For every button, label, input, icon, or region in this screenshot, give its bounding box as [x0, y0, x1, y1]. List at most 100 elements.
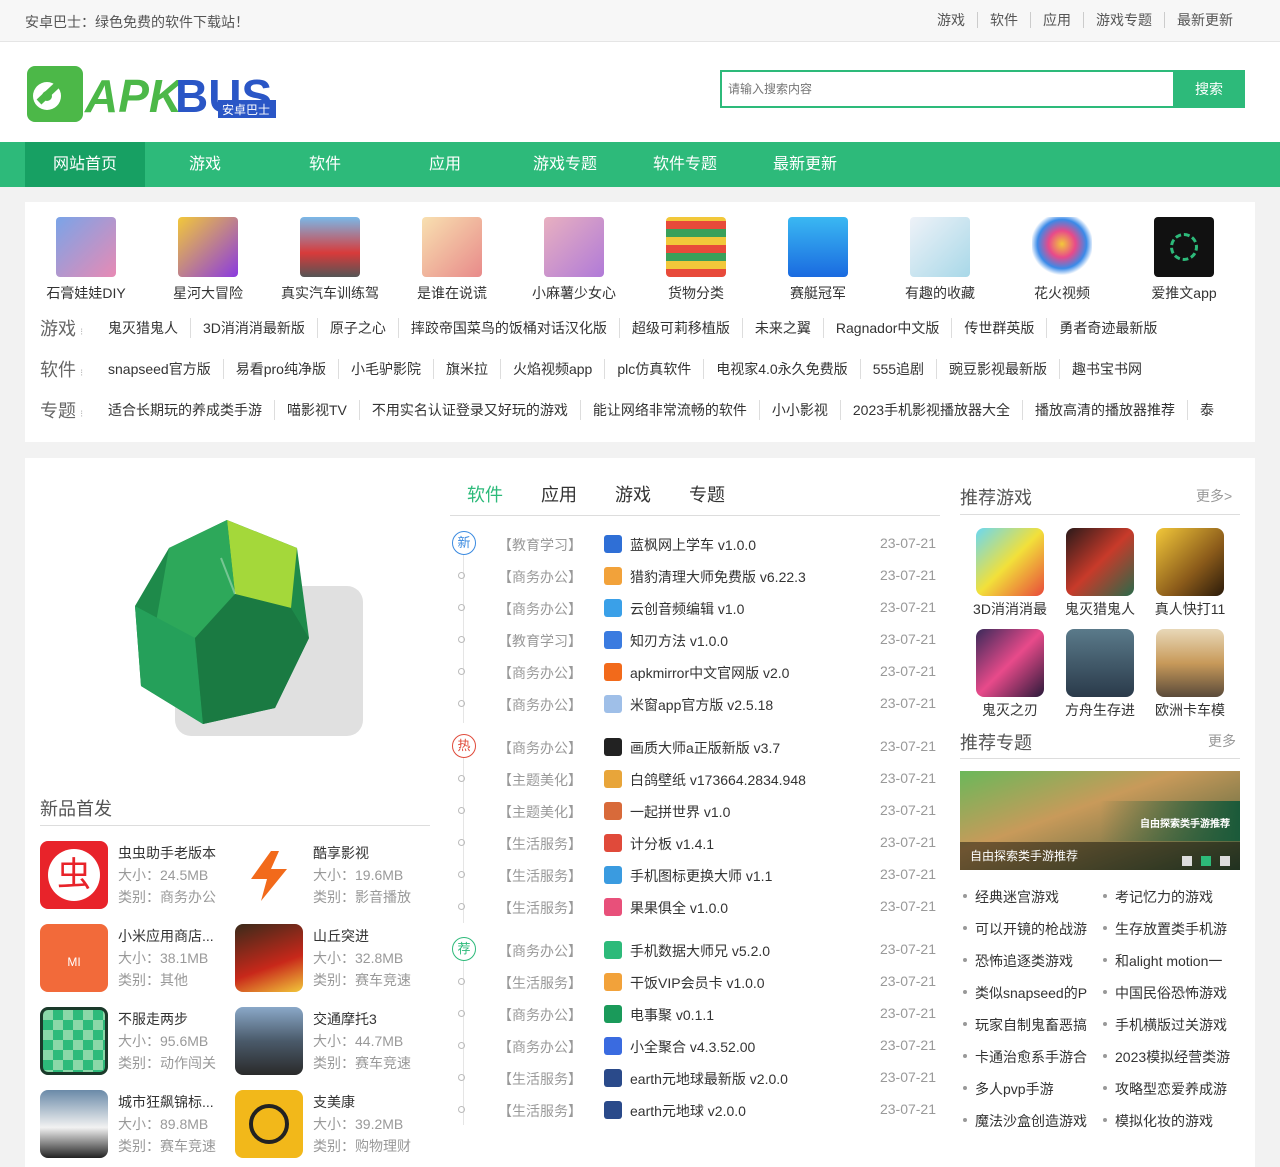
search-input[interactable] — [720, 70, 1173, 108]
tag-link[interactable]: 火焰视频app — [499, 359, 604, 379]
list-row[interactable]: 【商务办公】 云创音频编辑 v1.0 23-07-21 — [450, 592, 940, 624]
topic-link[interactable]: 多人pvp手游 — [963, 1079, 1054, 1099]
topic-link[interactable]: 经典迷宫游戏 — [963, 887, 1059, 907]
hot-item[interactable]: 星河大冒险 — [147, 217, 269, 303]
list-app-name[interactable]: 白鸽壁纸 v173664.2834.948 — [630, 770, 806, 790]
pager-dot[interactable] — [1220, 856, 1230, 866]
new-item[interactable]: MI 小米应用商店... 大小：38.1MB 类别：其他 — [40, 924, 230, 994]
list-row[interactable]: 【商务办公】 apkmirror中文官网版 v2.0 23-07-21 — [450, 656, 940, 688]
pager-dot[interactable] — [1182, 856, 1192, 866]
nav-games[interactable]: 游戏 — [145, 142, 265, 187]
top-link-software[interactable]: 软件 — [977, 12, 1030, 28]
featured-app-image[interactable] — [85, 498, 395, 758]
nav-apps[interactable]: 应用 — [385, 142, 505, 187]
list-row[interactable]: 【主题美化】 一起拼世界 v1.0 23-07-21 — [450, 795, 940, 827]
list-row[interactable]: 【生活服务】 earth元地球最新版 v2.0.0 23-07-21 — [450, 1062, 940, 1094]
tag-link[interactable]: plc仿真软件 — [604, 359, 703, 379]
nav-latest[interactable]: 最新更新 — [745, 142, 865, 187]
topic-link[interactable]: 模拟化妆的游戏 — [1103, 1111, 1213, 1131]
list-app-name[interactable]: 小全聚合 v4.3.52.00 — [630, 1037, 755, 1057]
list-row[interactable]: 【生活服务】 手机图标更换大师 v1.1 23-07-21 — [450, 859, 940, 891]
tag-link[interactable]: 不用实名认证登录又好玩的游戏 — [358, 400, 580, 420]
search-button[interactable]: 搜索 — [1173, 70, 1245, 108]
list-row[interactable]: 【教育学习】 蓝枫网上学车 v1.0.0 23-07-21 — [450, 528, 940, 560]
pager-dot-active[interactable] — [1201, 856, 1211, 866]
new-item[interactable]: 酷享影视 大小：19.6MB 类别：影音播放 — [235, 841, 425, 911]
list-app-name[interactable]: 果果俱全 v1.0.0 — [630, 898, 728, 918]
top-link-games[interactable]: 游戏 — [925, 12, 977, 28]
rec-game-item[interactable]: 鬼灭之刃 — [965, 629, 1055, 720]
list-app-name[interactable]: apkmirror中文官网版 v2.0 — [630, 663, 789, 683]
nav-software-topics[interactable]: 软件专题 — [625, 142, 745, 187]
list-row[interactable]: 【主题美化】 白鸽壁纸 v173664.2834.948 23-07-21 — [450, 763, 940, 795]
hot-item[interactable]: 是谁在说谎 — [391, 217, 513, 303]
list-app-name[interactable]: 云创音频编辑 v1.0 — [630, 599, 744, 619]
rec-game-item[interactable]: 欧洲卡车模 — [1145, 629, 1235, 720]
new-item[interactable]: 山丘突进 大小：32.8MB 类别：赛车竞速 — [235, 924, 425, 994]
hot-item[interactable]: 货物分类 — [635, 217, 757, 303]
topic-link[interactable]: 中国民俗恐怖游戏 — [1103, 983, 1227, 1003]
new-item[interactable]: 不服走两步 大小：95.6MB 类别：动作闯关 — [40, 1007, 230, 1077]
rec-game-item[interactable]: 真人快打11 — [1145, 528, 1235, 619]
topic-link[interactable]: 考记忆力的游戏 — [1103, 887, 1213, 907]
new-item[interactable]: 虫 虫虫助手老版本 大小：24.5MB 类别：商务办公 — [40, 841, 230, 911]
top-link-apps[interactable]: 应用 — [1030, 12, 1083, 28]
nav-game-topics[interactable]: 游戏专题 — [505, 142, 625, 187]
topic-link[interactable]: 卡通治愈系手游合 — [963, 1047, 1087, 1067]
topic-link[interactable]: 魔法沙盒创造游戏 — [963, 1111, 1087, 1131]
tag-link[interactable]: 趣书宝书网 — [1059, 359, 1154, 379]
list-app-name[interactable]: 蓝枫网上学车 v1.0.0 — [630, 535, 756, 555]
tag-link[interactable]: Ragnador中文版 — [822, 318, 952, 338]
hot-item[interactable]: 花火视频 — [1001, 217, 1123, 303]
list-app-name[interactable]: 计分板 v1.4.1 — [630, 834, 714, 854]
tag-link[interactable]: 小毛驴影院 — [337, 359, 433, 379]
tag-link[interactable]: 泰 — [1187, 400, 1226, 420]
topic-link[interactable]: 类似snapseed的P — [962, 983, 1087, 1003]
tag-link[interactable]: snapseed官方版 — [108, 359, 223, 379]
new-item[interactable]: 城市狂飙锦标... 大小：89.8MB 类别：赛车竞速 — [40, 1090, 230, 1160]
tag-link[interactable]: 2023手机影视播放器大全 — [839, 400, 1022, 420]
list-row[interactable]: 【生活服务】 果果俱全 v1.0.0 23-07-21 — [450, 891, 940, 923]
hot-item[interactable]: 爱推文app — [1123, 217, 1245, 303]
tag-link[interactable]: 易看pro纯净版 — [222, 359, 338, 379]
tag-link[interactable]: 播放高清的播放器推荐 — [1022, 400, 1187, 420]
rec-game-item[interactable]: 鬼灭猎鬼人 — [1055, 528, 1145, 619]
topic-link[interactable]: 攻略型恋爱养成游 — [1103, 1079, 1227, 1099]
topic-link[interactable]: 可以开镜的枪战游 — [963, 919, 1087, 939]
list-app-name[interactable]: 猎豹清理大师免费版 v6.22.3 — [630, 567, 806, 587]
list-row[interactable]: 【商务办公】 电事聚 v0.1.1 23-07-21 — [450, 998, 940, 1030]
list-app-name[interactable]: 一起拼世界 v1.0 — [630, 802, 730, 822]
list-app-name[interactable]: 手机图标更换大师 v1.1 — [630, 866, 772, 886]
rec-topics-more-link[interactable]: 更多 — [1208, 731, 1236, 751]
list-row[interactable]: 【商务办公】 米窗app官方版 v2.5.18 23-07-21 — [450, 688, 940, 720]
tag-link[interactable]: 能让网络非常流畅的软件 — [579, 400, 759, 420]
hot-item[interactable]: 真实汽车训练驾 — [269, 217, 391, 303]
tag-link[interactable]: 电视家4.0永久免费版 — [703, 359, 859, 379]
hot-item[interactable]: 小麻薯少女心 — [513, 217, 635, 303]
tag-link[interactable]: 未来之翼 — [741, 318, 823, 338]
tab-topics[interactable]: 专题 — [689, 480, 725, 515]
list-row[interactable]: 【商务办公】 猎豹清理大师免费版 v6.22.3 23-07-21 — [450, 560, 940, 592]
tag-link[interactable]: 3D消消消最新版 — [190, 318, 317, 338]
tag-link[interactable]: 超级可莉移植版 — [618, 318, 742, 338]
rec-game-item[interactable]: 3D消消消最 — [965, 528, 1055, 619]
tag-link[interactable]: 适合长期玩的养成类手游 — [108, 400, 274, 420]
nav-software[interactable]: 软件 — [265, 142, 385, 187]
topic-link[interactable]: 和alight motion一 — [1102, 951, 1222, 971]
topic-banner[interactable]: 自由探索类手游推荐 自由探索类手游推荐 — [960, 771, 1240, 870]
tag-link[interactable]: 喵影视TV — [274, 400, 359, 420]
hot-item[interactable]: 石膏娃娃DIY — [25, 217, 147, 303]
list-row[interactable]: 【商务办公】 画质大师a正版新版 v3.7 23-07-21 — [450, 731, 940, 763]
nav-home[interactable]: 网站首页 — [25, 142, 145, 187]
tag-link[interactable]: 豌豆影视最新版 — [936, 359, 1059, 379]
tag-link[interactable]: 旗米拉 — [432, 359, 500, 379]
topic-link[interactable]: 手机横版过关游戏 — [1103, 1015, 1227, 1035]
tag-link[interactable]: 小小影视 — [758, 400, 840, 420]
list-app-name[interactable]: 米窗app官方版 v2.5.18 — [630, 695, 773, 715]
tag-link[interactable]: 勇者奇迹最新版 — [1046, 318, 1169, 338]
topic-link[interactable]: 恐怖追逐类游戏 — [963, 951, 1073, 971]
hot-item[interactable]: 赛艇冠军 — [757, 217, 879, 303]
tag-link[interactable]: 原子之心 — [316, 318, 398, 338]
rec-game-item[interactable]: 方舟生存进 — [1055, 629, 1145, 720]
tab-games[interactable]: 游戏 — [615, 480, 651, 515]
